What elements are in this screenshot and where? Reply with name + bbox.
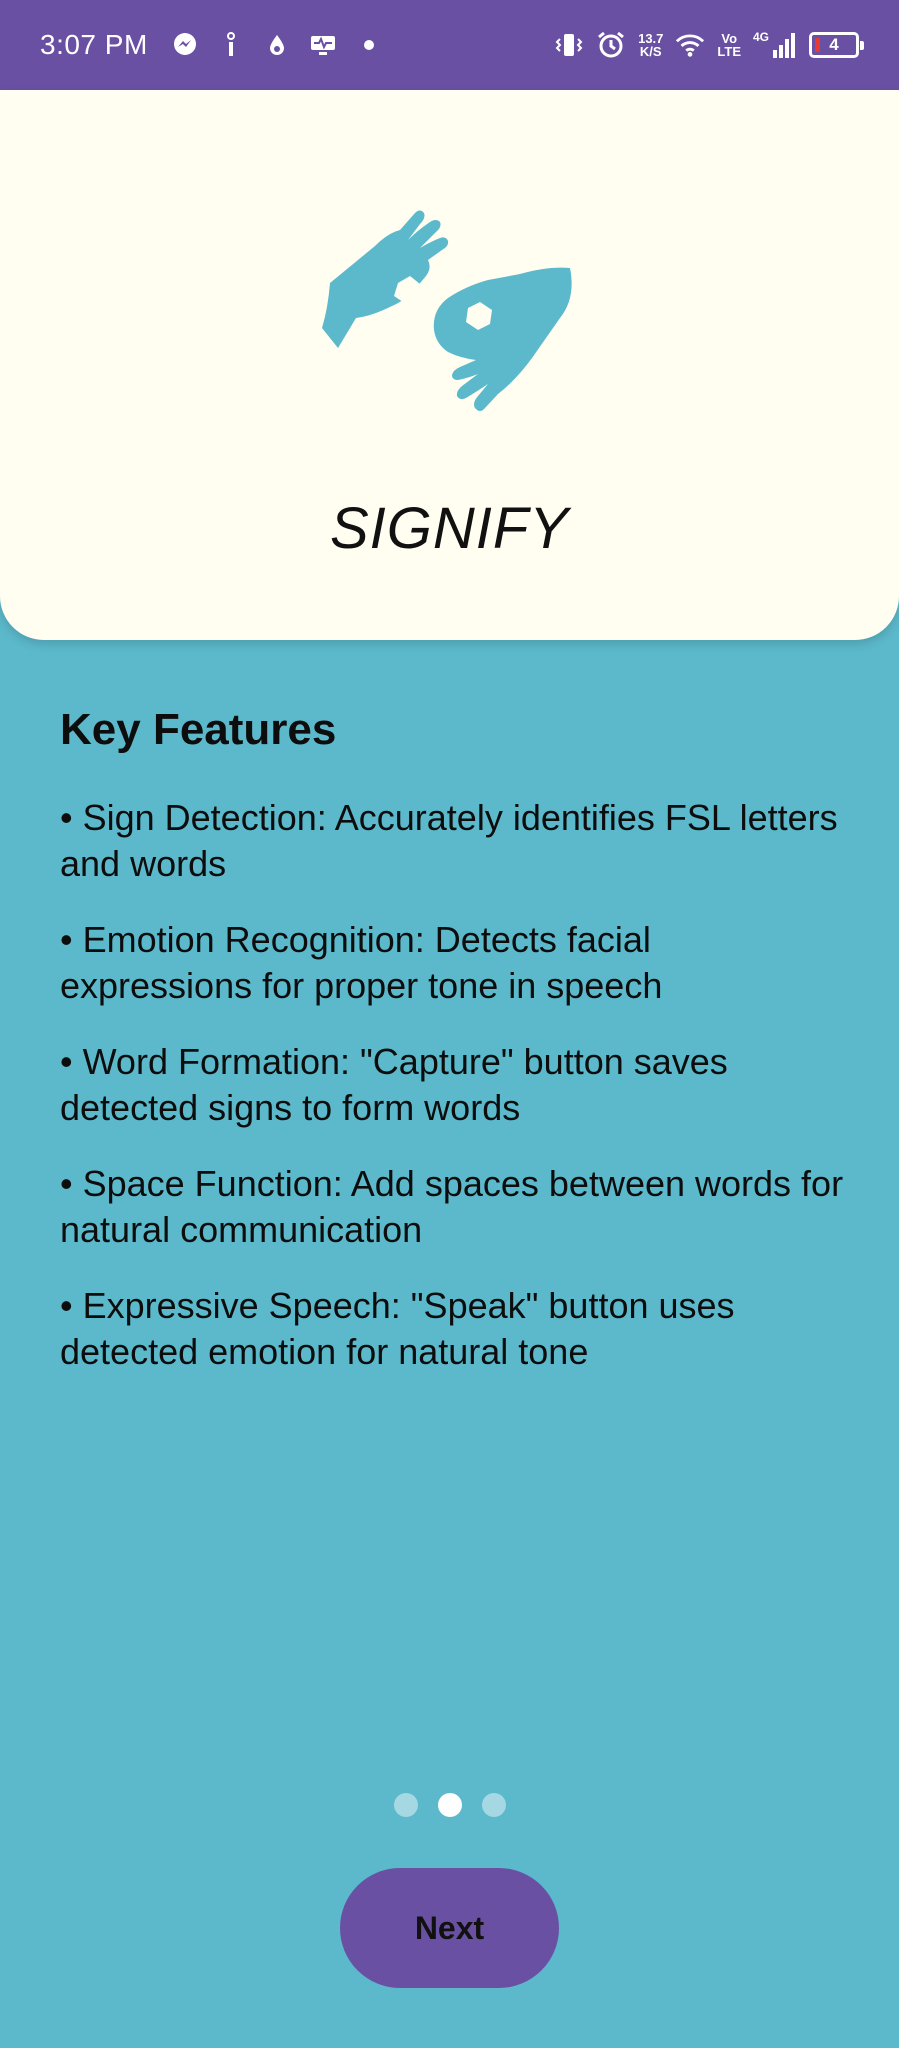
- network-type-label: 4G: [753, 30, 769, 44]
- drop-icon: [262, 30, 292, 60]
- status-right: 13.7 K/S Vo LTE 4G 4: [554, 30, 864, 60]
- feature-item-word-formation: • Word Formation: "Capture" button saves…: [60, 1041, 728, 1128]
- network-speed: 13.7 K/S: [638, 32, 663, 58]
- monitor-icon: [308, 30, 338, 60]
- feature-item-expressive-speech: • Expressive Speech: "Speak" button uses…: [60, 1285, 735, 1372]
- page-dot-2-active[interactable]: [437, 1793, 462, 1817]
- hero-card: SIGNIFY: [0, 90, 899, 640]
- volte-bottom: LTE: [717, 44, 741, 59]
- alarm-icon: [596, 30, 626, 60]
- status-left: 3:07 PM: [40, 29, 384, 61]
- signal-4g-icon: 4G: [753, 30, 797, 60]
- app-title: SIGNIFY: [329, 496, 570, 561]
- volte-indicator: Vo LTE: [717, 32, 741, 58]
- dot-icon: [354, 30, 384, 60]
- status-bar: 3:07 PM 13.7 K/S Vo LTE 4G 4: [0, 0, 899, 90]
- network-speed-unit: K/S: [639, 44, 662, 59]
- key-features-section: Key Features • Sign Detection: Accuratel…: [60, 705, 850, 1405]
- feature-item-sign-detection: • Sign Detection: Accurately identifies …: [60, 797, 838, 884]
- sign-language-hands-icon: [322, 210, 572, 411]
- page-indicator: [0, 1793, 899, 1817]
- feature-item-emotion-recognition: • Emotion Recognition: Detects facial ex…: [60, 919, 663, 1006]
- status-time: 3:07 PM: [40, 29, 148, 60]
- vibrate-icon: [554, 30, 584, 60]
- messenger-icon: [170, 30, 200, 60]
- next-button[interactable]: Next: [340, 1868, 559, 1988]
- battery-indicator: 4: [809, 32, 864, 58]
- wifi-icon: [675, 30, 705, 60]
- key-features-heading: Key Features: [60, 705, 337, 754]
- info-icon: [216, 30, 246, 60]
- feature-item-space-function: • Space Function: Add spaces between wor…: [60, 1163, 844, 1250]
- onboarding-screen: 3:07 PM 13.7 K/S Vo LTE 4G 4 SIGNIFY Key…: [0, 0, 899, 2048]
- page-dot-3[interactable]: [481, 1793, 506, 1817]
- battery-level-fill: [815, 38, 820, 52]
- page-dot-1[interactable]: [393, 1793, 418, 1817]
- battery-level-text: 4: [829, 35, 839, 54]
